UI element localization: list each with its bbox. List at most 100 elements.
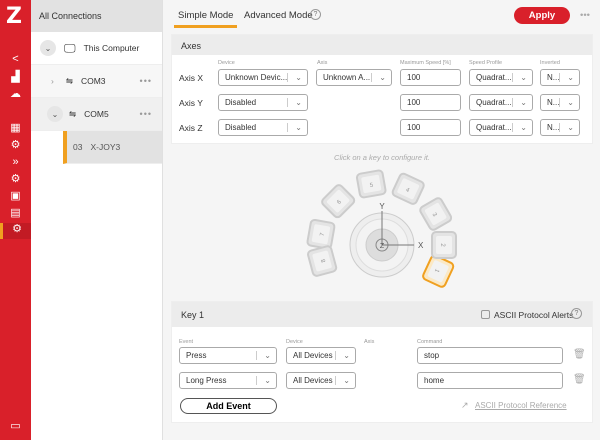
tab-simple-mode[interactable]: Simple Mode <box>174 10 238 28</box>
fast-forward-icon[interactable]: » <box>8 156 23 169</box>
col-speed-profile: Speed Profile <box>469 60 503 66</box>
chevron-down-icon: ⌄ <box>295 98 302 107</box>
trash-icon[interactable]: 🗑 <box>573 374 586 385</box>
tree-header: All Connections <box>31 0 162 32</box>
device-select[interactable]: All Devices ⌄ <box>286 347 356 364</box>
key-1[interactable]: 1 <box>422 254 455 288</box>
chevron-right-icon[interactable]: › <box>51 76 54 86</box>
key-5[interactable]: 5 <box>355 169 387 199</box>
key-4[interactable]: 4 <box>391 172 425 205</box>
chevron-down-icon: ⌄ <box>343 376 350 385</box>
speed-profile-select[interactable]: Quadrat... ⌄ <box>469 119 533 136</box>
selected-value: Long Press <box>186 376 227 385</box>
add-event-button[interactable]: Add Event <box>180 398 277 414</box>
selected-value: Disabled <box>225 123 257 132</box>
tree-item-this-computer[interactable]: ⌄ 🖵 This Computer <box>31 32 162 65</box>
help-icon[interactable]: ? <box>310 9 321 20</box>
usb-icon: ⇋ <box>65 75 73 86</box>
selected-value: N... <box>547 123 560 132</box>
selected-value: Quadrat... <box>476 98 512 107</box>
col-command: Command <box>417 339 443 345</box>
chart-icon[interactable]: ▤ <box>8 207 23 220</box>
image-icon[interactable]: ▣ <box>8 190 23 203</box>
max-speed-input[interactable]: 100 <box>400 69 461 86</box>
device-select[interactable]: Unknown Devic... ⌄ <box>218 69 308 86</box>
connections-tree: All Connections ⌄ 🖵 This Computer › ⇋ CO… <box>31 0 163 440</box>
more-icon[interactable]: ••• <box>140 109 152 119</box>
axis-select[interactable]: Unknown A... ⌄ <box>316 69 392 86</box>
chevron-down-icon: ⌄ <box>520 98 527 107</box>
chevron-down-icon: ⌄ <box>567 123 574 132</box>
help-icon[interactable]: ? <box>571 308 582 319</box>
chevron-down-icon: ⌄ <box>295 73 302 82</box>
device-select[interactable]: All Devices ⌄ <box>286 372 356 389</box>
more-icon[interactable]: ••• <box>140 76 152 86</box>
device-select[interactable]: Disabled ⌄ <box>218 119 308 136</box>
z-axis-label: Z <box>380 243 385 250</box>
event-select[interactable]: Press ⌄ <box>179 347 277 364</box>
inverted-select[interactable]: N... ⌄ <box>540 119 580 136</box>
selected-value: N... <box>547 73 560 82</box>
chevron-down-icon: ⌄ <box>520 123 527 132</box>
chevron-down-icon[interactable]: ⌄ <box>47 106 63 122</box>
hint-text: Click on a key to configure it. <box>334 153 430 162</box>
key-2[interactable]: 2 <box>431 231 457 259</box>
zaber-logo: Z <box>6 4 22 29</box>
max-speed-input[interactable]: 100 <box>400 94 461 111</box>
key-3[interactable]: 3 <box>419 197 453 232</box>
chevron-down-icon: ⌄ <box>264 351 271 360</box>
tree-item-label: COM3 <box>80 76 106 86</box>
command-input[interactable]: stop <box>417 347 563 364</box>
tree-item-com3[interactable]: › ⇋ COM3 ••• <box>31 65 162 98</box>
device-name: X-JOY3 <box>90 142 121 152</box>
x-axis-label: X <box>418 241 424 250</box>
key-6[interactable]: 6 <box>320 183 356 219</box>
tree-item-label: This Computer <box>83 43 140 53</box>
col-max-speed: Maximum Speed [%] <box>400 60 451 66</box>
more-icon[interactable]: ••• <box>580 10 590 21</box>
tree-item-x-joy3[interactable]: 03 X-JOY3 <box>63 131 162 164</box>
axis-label: Axis Z <box>179 123 203 133</box>
key-8[interactable]: 8 <box>307 245 338 277</box>
selected-value: Unknown A... <box>323 73 371 82</box>
col-device: Device <box>218 60 235 66</box>
chevron-down-icon[interactable]: ⌄ <box>40 40 56 56</box>
key-7[interactable]: 7 <box>306 218 336 250</box>
key-card: Key 1 ASCII Protocol Alerts ? Event Devi… <box>171 301 593 423</box>
ascii-reference-link[interactable]: ASCII Protocol Reference <box>475 401 567 410</box>
y-axis-label: Y <box>379 202 385 211</box>
col-inverted: Inverted <box>540 60 560 66</box>
apply-button[interactable]: Apply <box>514 7 570 24</box>
chat-icon[interactable]: ▭ <box>8 420 23 433</box>
cloud-icon[interactable]: ☁ <box>8 88 23 101</box>
grid-icon[interactable]: ▦ <box>8 122 23 135</box>
inverted-select[interactable]: N... ⌄ <box>540 94 580 111</box>
command-input[interactable]: home <box>417 372 563 389</box>
network-icon[interactable]: ▟ <box>8 71 23 84</box>
axes-title: Axes <box>172 35 592 55</box>
trash-icon[interactable]: 🗑 <box>573 349 586 360</box>
event-select[interactable]: Long Press ⌄ <box>179 372 277 389</box>
usb-icon: ⇋ <box>69 108 77 119</box>
col-device: Device <box>286 339 303 345</box>
chevron-down-icon: ⌄ <box>343 351 350 360</box>
gear-icon[interactable]: ⚙ <box>8 139 23 152</box>
gears-icon[interactable]: ⚙ <box>8 173 23 186</box>
inverted-select[interactable]: N... ⌄ <box>540 69 580 86</box>
chevron-down-icon: ⌄ <box>567 98 574 107</box>
axis-label: Axis X <box>179 73 204 83</box>
selected-value: Quadrat... <box>476 123 512 132</box>
chevron-down-icon: ⌄ <box>567 73 574 82</box>
speed-profile-select[interactable]: Quadrat... ⌄ <box>469 94 533 111</box>
joystick-diagram: 12345678 Y X Z <box>306 169 457 288</box>
max-speed-input[interactable]: 100 <box>400 119 461 136</box>
selected-value: Quadrat... <box>476 73 512 82</box>
speed-profile-select[interactable]: Quadrat... ⌄ <box>469 69 533 86</box>
share-icon[interactable]: < <box>8 53 23 66</box>
ascii-alerts-label: ASCII Protocol Alerts <box>494 310 574 320</box>
device-select[interactable]: Disabled ⌄ <box>218 94 308 111</box>
ascii-alerts-checkbox[interactable] <box>481 310 490 319</box>
tree-item-com5[interactable]: ⌄ ⇋ COM5 ••• <box>31 98 162 131</box>
joystick-icon[interactable]: ⚙ <box>0 223 31 239</box>
tab-advanced-mode[interactable]: Advanced Mode <box>244 10 313 21</box>
